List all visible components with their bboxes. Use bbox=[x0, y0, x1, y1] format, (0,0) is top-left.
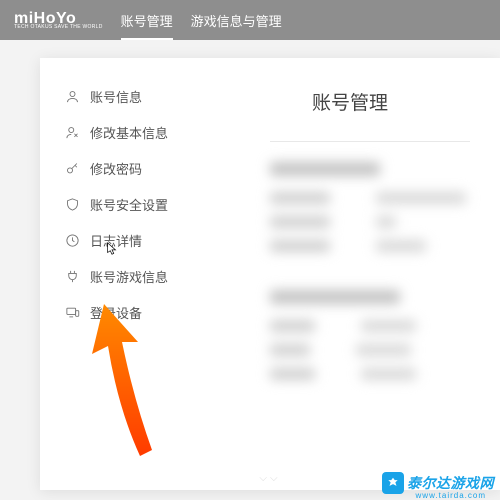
shield-icon bbox=[64, 196, 80, 212]
sidebar-item-label: 修改基本信息 bbox=[90, 123, 168, 142]
logo-subtext: TECH OTAKUS SAVE THE WORLD bbox=[14, 25, 103, 30]
content-area: 账号管理 bbox=[210, 58, 500, 490]
sidebar-item-account-info[interactable]: 账号信息 bbox=[64, 78, 210, 114]
logo: miHoYo TECH OTAKUS SAVE THE WORLD bbox=[14, 11, 103, 30]
sidebar-item-label: 日志详情 bbox=[90, 231, 142, 250]
sidebar-item-label: 修改密码 bbox=[90, 159, 142, 178]
sidebar-item-login-devices[interactable]: 登录设备 bbox=[64, 294, 210, 330]
content-heading: 账号管理 bbox=[230, 88, 470, 115]
nav-tab-account[interactable]: 账号管理 bbox=[121, 3, 173, 38]
nav-tab-game-info[interactable]: 游戏信息与管理 bbox=[191, 3, 282, 38]
stage: 账号信息 修改基本信息 修改密码 账号安全设置 bbox=[0, 40, 500, 500]
sidebar: 账号信息 修改基本信息 修改密码 账号安全设置 bbox=[40, 58, 210, 490]
sidebar-item-edit-basic[interactable]: 修改基本信息 bbox=[64, 114, 210, 150]
main-panel: 账号信息 修改基本信息 修改密码 账号安全设置 bbox=[40, 58, 500, 490]
nav-tab-label: 账号管理 bbox=[121, 14, 173, 29]
sidebar-item-label: 登录设备 bbox=[90, 303, 142, 322]
sidebar-item-security[interactable]: 账号安全设置 bbox=[64, 186, 210, 222]
clock-icon bbox=[64, 232, 80, 248]
plug-icon bbox=[64, 268, 80, 284]
sidebar-item-label: 账号安全设置 bbox=[90, 195, 168, 214]
device-icon bbox=[64, 304, 80, 320]
sidebar-item-log-details[interactable]: 日志详情 bbox=[64, 222, 210, 258]
sidebar-item-game-info[interactable]: 账号游戏信息 bbox=[64, 258, 210, 294]
top-bar: miHoYo TECH OTAKUS SAVE THE WORLD 账号管理 游… bbox=[0, 0, 500, 40]
edit-user-icon bbox=[64, 124, 80, 140]
sidebar-item-label: 账号信息 bbox=[90, 87, 142, 106]
nav-tab-label: 游戏信息与管理 bbox=[191, 14, 282, 29]
sidebar-item-change-password[interactable]: 修改密码 bbox=[64, 150, 210, 186]
resize-handle-icon: ⌵⌵ bbox=[259, 473, 280, 484]
blurred-details bbox=[270, 162, 470, 380]
user-icon bbox=[64, 88, 80, 104]
divider bbox=[270, 141, 470, 142]
key-icon bbox=[64, 160, 80, 176]
sidebar-item-label: 账号游戏信息 bbox=[90, 267, 168, 286]
